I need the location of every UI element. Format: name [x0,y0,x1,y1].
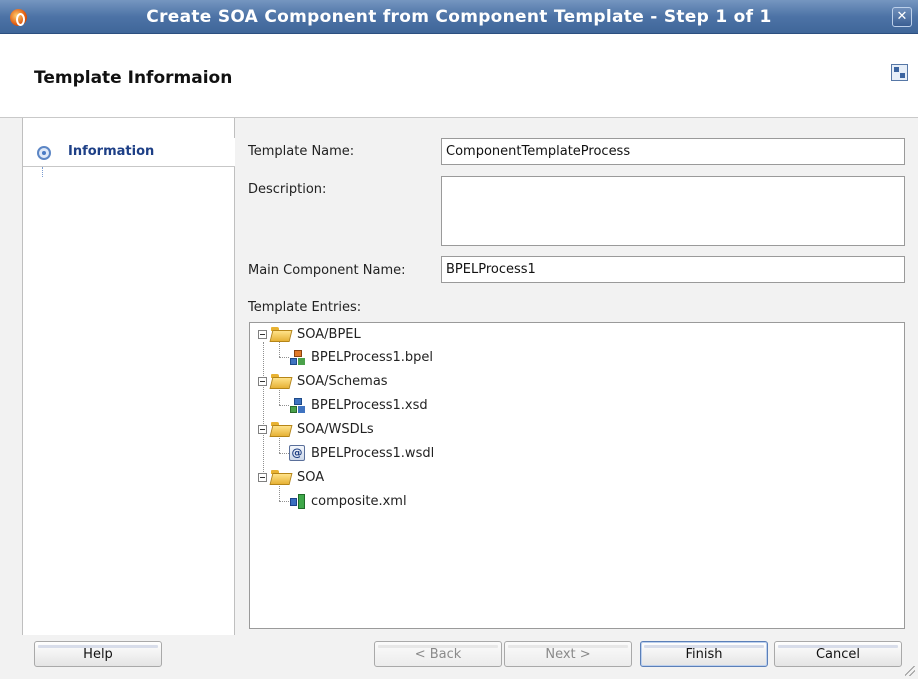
collapse-icon[interactable] [258,376,267,386]
tree-file-label: BPELProcess1.bpel [311,349,434,365]
cancel-button[interactable]: Cancel [774,641,902,667]
description-field[interactable] [441,176,905,246]
main-component-label: Main Component Name: [248,263,406,278]
back-button[interactable]: < Back [374,641,502,667]
main-component-field[interactable]: BPELProcess1 [441,256,905,283]
app-logo-icon [10,9,27,26]
step-connector [42,167,43,177]
tree-folder-label: SOA/Schemas [297,373,388,389]
button-bar: Help < Back Next > Finish Cancel [0,635,918,679]
tree-folder-label: SOA/BPEL [297,326,361,342]
window-title: Create SOA Component from Component Temp… [146,7,772,27]
tree-file-label: BPELProcess1.wsdl [311,445,435,461]
tree-folder-label: SOA/WSDLs [297,421,374,437]
tree-folder-soa-wsdls[interactable]: SOA/WSDLs [258,418,374,440]
tree-folder-soa-bpel[interactable]: SOA/BPEL [258,323,361,345]
window-titlebar[interactable]: Create SOA Component from Component Temp… [0,0,918,34]
wsdl-icon: @ [289,445,305,461]
template-form: Template Name: ComponentTemplateProcess … [235,118,918,635]
xsd-schema-icon [289,397,305,413]
back-button-label: < Back [414,646,462,662]
folder-open-icon [271,374,291,388]
next-button[interactable]: Next > [504,641,632,667]
tree-folder-soa-schemas[interactable]: SOA/Schemas [258,370,388,392]
tree-file-wsdl[interactable]: @ BPELProcess1.wsdl [289,442,434,464]
finish-button[interactable]: Finish [640,641,768,667]
page-title: Template Informaion [34,68,233,88]
bpel-process-icon [289,349,305,365]
wizard-header-icon [891,64,908,81]
composite-icon [289,493,305,509]
step-current-icon [37,146,51,160]
page-header: Template Informaion [0,34,918,118]
nav-item-label: Information [68,144,155,159]
template-name-label: Template Name: [248,144,355,159]
nav-item-information[interactable]: Information [23,138,235,167]
resize-grip-icon[interactable] [905,666,915,676]
finish-button-label: Finish [685,646,723,662]
collapse-icon[interactable] [258,329,267,339]
wizard-step-nav: Information [22,118,235,635]
template-name-field[interactable]: ComponentTemplateProcess [441,138,905,165]
close-icon[interactable]: ✕ [892,7,912,27]
next-button-label: Next > [545,646,591,662]
tree-folder-soa[interactable]: SOA [258,466,324,488]
help-button-label: Help [83,646,113,662]
template-entries-label: Template Entries: [248,300,362,315]
tree-file-bpel[interactable]: BPELProcess1.bpel [289,346,433,368]
help-button[interactable]: Help [34,641,162,667]
tree-file-label: BPELProcess1.xsd [311,397,428,413]
description-label: Description: [248,182,327,197]
template-entries-tree[interactable]: SOA/BPEL BPELProcess1.bpel SOA/Schemas B… [249,322,905,629]
folder-open-icon [271,327,291,341]
folder-open-icon [271,422,291,436]
collapse-icon[interactable] [258,424,267,434]
cancel-button-label: Cancel [815,646,861,662]
tree-folder-label: SOA [297,469,325,485]
folder-open-icon [271,470,291,484]
wizard-content: Information Template Name: ComponentTemp… [0,118,918,635]
collapse-icon[interactable] [258,472,267,482]
tree-file-composite[interactable]: composite.xml [289,490,407,512]
tree-file-xsd[interactable]: BPELProcess1.xsd [289,394,428,416]
tree-file-label: composite.xml [311,493,407,509]
